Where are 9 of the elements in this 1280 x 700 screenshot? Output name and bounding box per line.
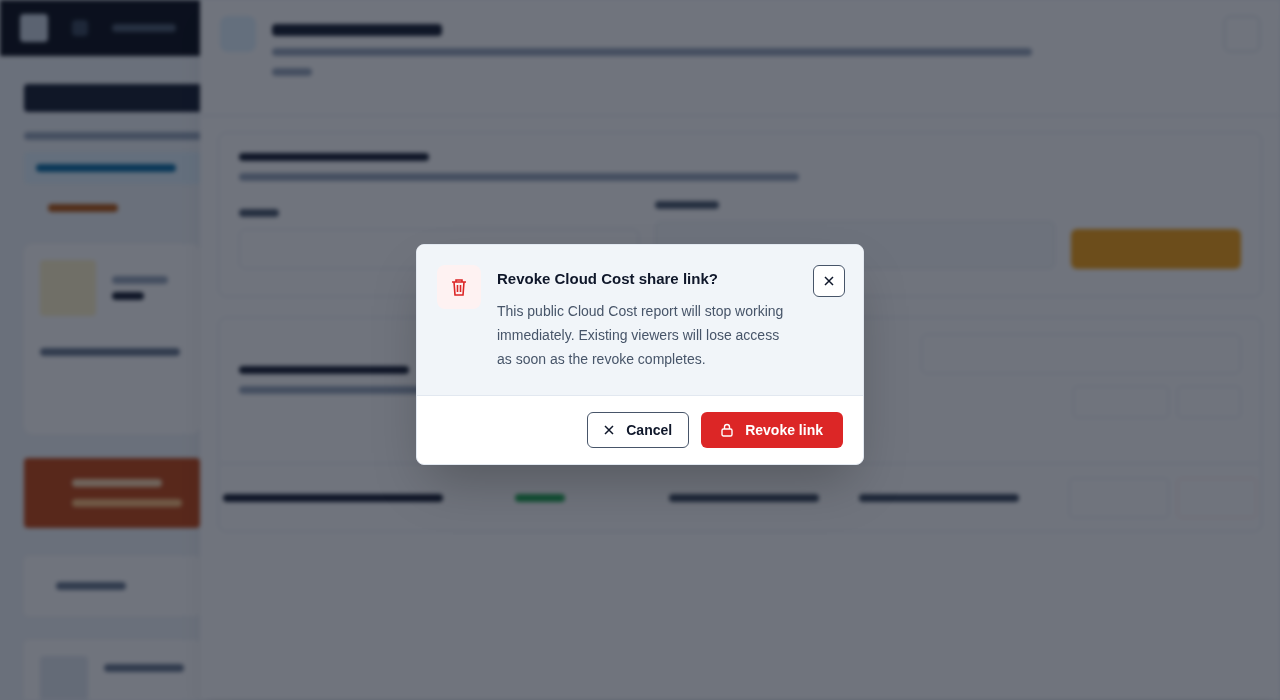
dialog-message: This public Cloud Cost report will stop working immediately. Existing viewers will lose access as soon as the revoke completes. xyxy=(497,301,785,369)
revoke-button[interactable]: Revoke link xyxy=(701,411,843,448)
lock-icon xyxy=(721,422,734,437)
close-icon xyxy=(824,276,834,286)
trash-icon xyxy=(437,265,481,309)
close-button[interactable] xyxy=(813,265,845,297)
close-icon xyxy=(604,424,615,435)
cancel-button[interactable]: Cancel xyxy=(587,411,690,448)
dialog-title: Revoke Cloud Cost share link? xyxy=(497,269,719,289)
